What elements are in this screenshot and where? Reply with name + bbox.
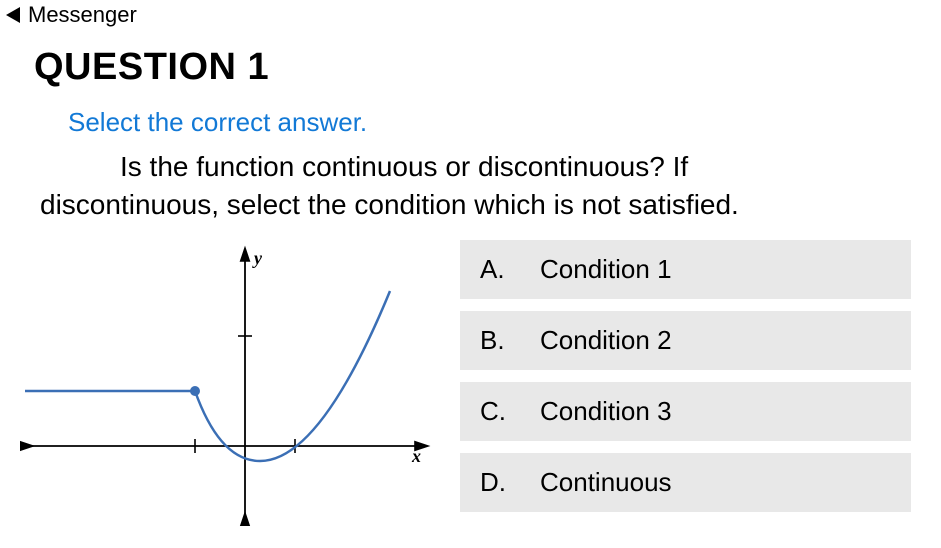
choice-text: Condition 1 <box>540 254 891 285</box>
back-arrow-icon <box>4 5 22 25</box>
question-prompt: Is the function continuous or discontinu… <box>0 144 941 230</box>
prompt-line-1: Is the function continuous or discontinu… <box>120 151 688 182</box>
y-axis-label: y <box>252 248 263 268</box>
choice-text: Condition 2 <box>540 325 891 356</box>
answer-choices: A. Condition 1 B. Condition 2 C. Conditi… <box>460 236 911 512</box>
question-heading: QUESTION 1 <box>0 28 941 97</box>
choice-letter: D. <box>480 467 540 498</box>
choice-b[interactable]: B. Condition 2 <box>460 311 911 370</box>
choice-a[interactable]: A. Condition 1 <box>460 240 911 299</box>
choice-d[interactable]: D. Continuous <box>460 453 911 512</box>
back-nav-label: Messenger <box>28 2 137 28</box>
choice-c[interactable]: C. Condition 3 <box>460 382 911 441</box>
x-axis-label: x <box>411 446 421 466</box>
choice-letter: B. <box>480 325 540 356</box>
choice-letter: A. <box>480 254 540 285</box>
function-graph: y x <box>20 236 440 526</box>
back-nav[interactable]: Messenger <box>0 0 941 28</box>
choice-text: Condition 3 <box>540 396 891 427</box>
choice-letter: C. <box>480 396 540 427</box>
prompt-line-2: discontinuous, select the condition whic… <box>40 186 911 224</box>
choice-text: Continuous <box>540 467 891 498</box>
question-instruction: Select the correct answer. <box>0 97 941 144</box>
